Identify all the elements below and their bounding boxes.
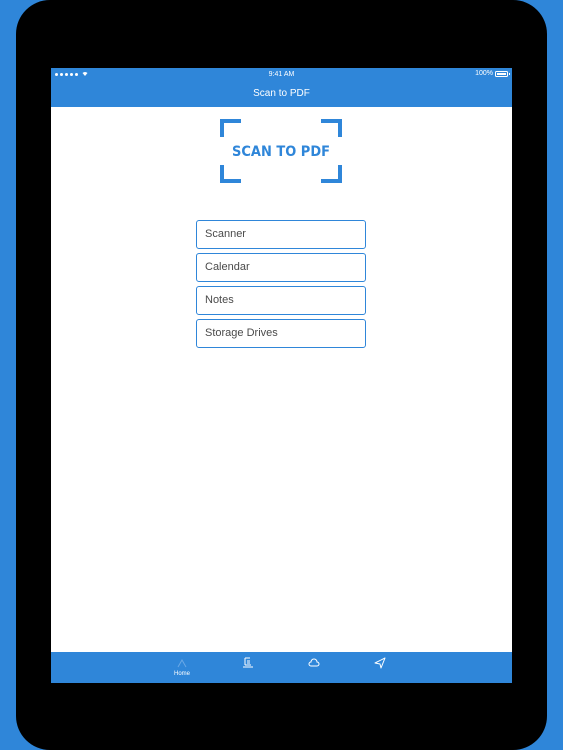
calendar-button[interactable]: Calendar [196, 253, 366, 282]
battery-percent: 100% [475, 70, 493, 77]
tab-bar: Home [51, 652, 512, 683]
status-time: 9:41 AM [268, 71, 295, 78]
tab-scanner[interactable] [223, 652, 273, 683]
menu-list: Scanner Calendar Notes Storage Drives [196, 220, 366, 352]
battery-status: 100% [475, 70, 510, 77]
navigation-bar: Scan to PDF [51, 81, 512, 107]
logo-text: SCAN TO PDF [232, 144, 330, 160]
status-bar: 9:41 AM 100% [51, 68, 512, 81]
scanner-button[interactable]: Scanner [196, 220, 366, 249]
app-screen: 9:41 AM 100% Scan to PDF SCAN TO PDF Sca… [51, 68, 512, 683]
tab-home[interactable]: Home [157, 652, 207, 683]
tab-label: Home [173, 671, 190, 677]
battery-icon [495, 70, 510, 77]
notes-button[interactable]: Notes [196, 286, 366, 315]
home-icon [177, 658, 187, 668]
scanner-icon [243, 657, 253, 668]
tab-cloud[interactable] [289, 652, 339, 683]
cloud-icon [308, 658, 320, 667]
storage-drives-button[interactable]: Storage Drives [196, 319, 366, 348]
tab-send[interactable] [355, 652, 405, 683]
scan-to-pdf-logo: SCAN TO PDF [220, 119, 342, 183]
send-icon [374, 657, 386, 669]
page-title: Scan to PDF [253, 88, 310, 99]
